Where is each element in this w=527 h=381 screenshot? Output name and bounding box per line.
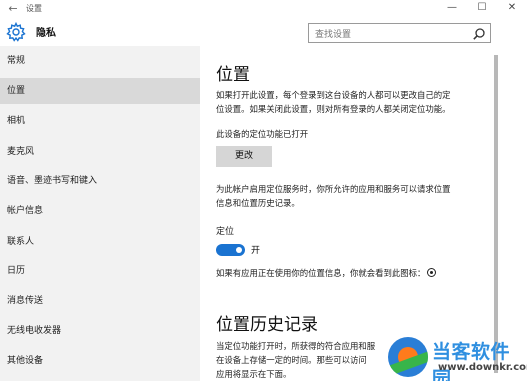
- maximize-button[interactable]: ☐: [467, 0, 497, 16]
- close-button[interactable]: ✕: [497, 0, 527, 16]
- history-text-line3: 应用将显示在下面。: [216, 369, 292, 379]
- toggle-knob: [236, 247, 242, 253]
- sidebar-item-microphone[interactable]: 麦克风: [0, 139, 200, 165]
- sidebar-item-camera[interactable]: 相机: [0, 108, 200, 134]
- sidebar-item-messaging[interactable]: 消息传送: [0, 288, 200, 314]
- watermark-url: www.downkr.com: [438, 362, 527, 373]
- account-text-line1: 为此帐户启用定位服务时，你所允许的应用和服务可以请求位置: [216, 184, 451, 194]
- sidebar-item-other-devices[interactable]: 其他设备: [0, 348, 200, 374]
- settings-header: 隐私 查找设置: [0, 16, 527, 46]
- location-toggle-label: 定位: [216, 227, 235, 237]
- gear-icon: [6, 21, 26, 42]
- watermark: 当客软件园 www.downkr.com: [388, 335, 527, 381]
- scrollbar[interactable]: [494, 55, 498, 373]
- device-location-status: 此设备的定位功能已打开: [216, 129, 309, 139]
- location-usage-note: 如果有应用正在使用你的位置信息，你就会看到此图标：: [216, 266, 437, 280]
- sidebar-item-general[interactable]: 常规: [0, 48, 200, 74]
- search-input[interactable]: 查找设置: [308, 23, 491, 43]
- search-placeholder: 查找设置: [315, 30, 352, 40]
- search-icon[interactable]: [472, 26, 486, 40]
- toggle-state-label: 开: [251, 246, 261, 256]
- account-text-line2: 信息和位置历史记录。: [216, 198, 300, 208]
- location-toggle[interactable]: [216, 244, 245, 256]
- sidebar-item-contacts[interactable]: 联系人: [0, 229, 200, 255]
- history-text-line2: 在设备上存储一定的时间。那些可以访问: [216, 355, 367, 365]
- history-text-line1: 当定位功能打开时，所获得的符合应用和服: [216, 341, 376, 351]
- sidebar-item-speech-inking[interactable]: 语音、墨迹书写和键入: [0, 168, 200, 194]
- location-icon: [427, 268, 437, 277]
- sidebar-item-radios[interactable]: 无线电收发器: [0, 318, 200, 344]
- window-title: 设置: [26, 3, 42, 13]
- intro-text-line2: 位设置。如果关闭此设置，则对所有登录的人都关闭定位功能。: [216, 104, 451, 114]
- window-controls: — ☐ ✕: [437, 0, 527, 16]
- section-title-location-history: 位置历史记录: [216, 315, 318, 335]
- back-arrow-icon[interactable]: ←: [0, 2, 26, 15]
- page-title: 隐私: [36, 28, 56, 39]
- section-title-location: 位置: [216, 65, 250, 85]
- intro-text-line1: 如果打开此设置，每个登录到这台设备的人都可以更改自己的定: [216, 90, 451, 100]
- change-button[interactable]: 更改: [216, 146, 272, 167]
- minimize-button[interactable]: —: [437, 0, 467, 16]
- usage-note-text: 如果有应用正在使用你的位置信息，你就会看到此图标：: [216, 268, 426, 278]
- sidebar-item-calendar[interactable]: 日历: [0, 258, 200, 284]
- watermark-logo-icon: [388, 337, 428, 377]
- sidebar: 常规 位置 相机 麦克风 语音、墨迹书写和键入 帐户信息 联系人 日历 消息传送…: [0, 46, 200, 381]
- title-bar: ← 设置 — ☐ ✕: [0, 0, 527, 16]
- sidebar-item-account-info[interactable]: 帐户信息: [0, 198, 200, 224]
- sidebar-item-location[interactable]: 位置: [0, 78, 200, 104]
- watermark-brand: 当客软件园: [432, 341, 511, 381]
